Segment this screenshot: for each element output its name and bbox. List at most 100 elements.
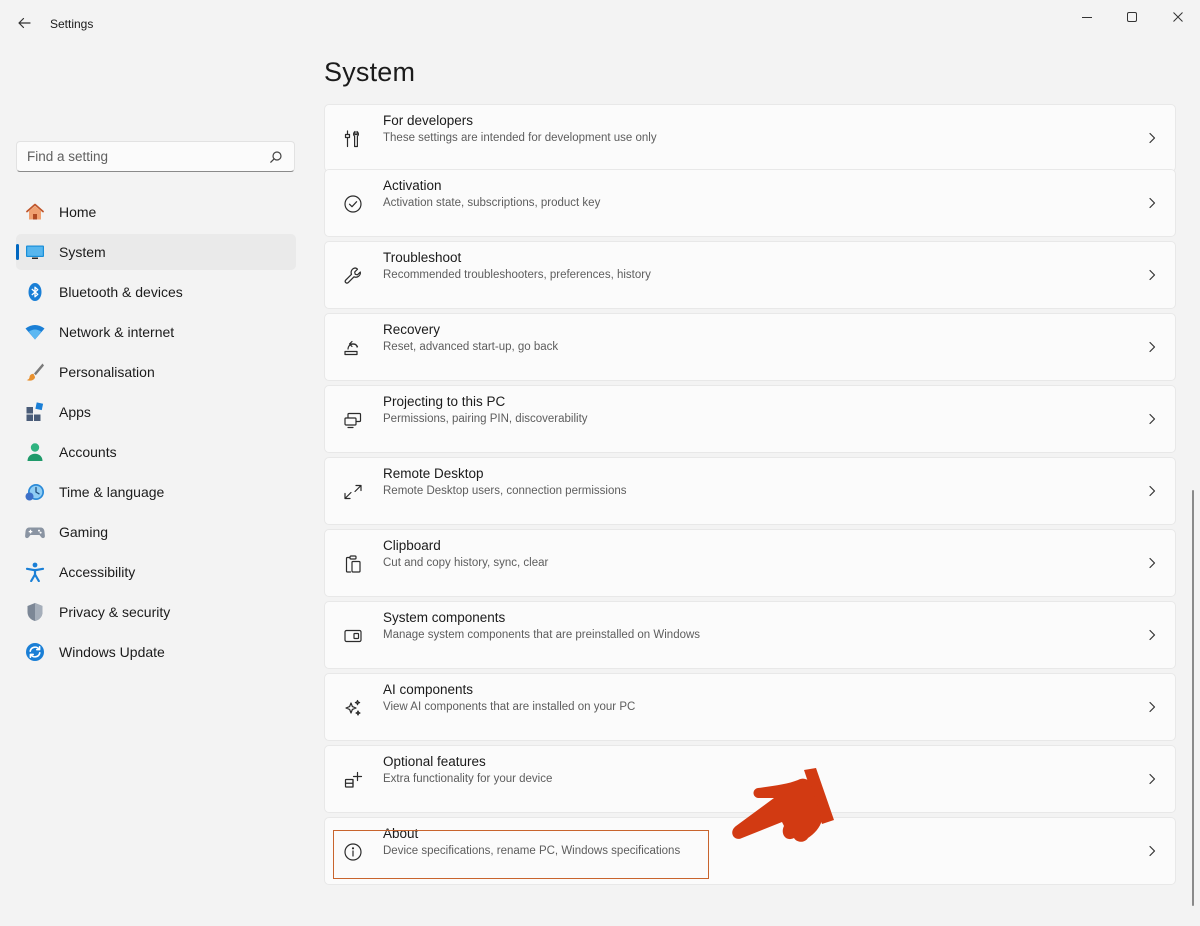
sidebar-item-label: Gaming (59, 524, 109, 540)
card-description: Cut and copy history, sync, clear (383, 557, 549, 569)
window-title: Settings (50, 17, 94, 31)
projecting-icon (343, 410, 363, 430)
pointing-hand-icon (732, 768, 834, 842)
sidebar-item-label: Windows Update (59, 644, 165, 660)
chevron-right-icon (1143, 408, 1161, 430)
settings-card-for-developers[interactable]: For developers These settings are intend… (324, 104, 1176, 172)
close-icon (1173, 12, 1183, 22)
sidebar-item-label: Personalisation (59, 364, 155, 380)
sidebar-item-system[interactable]: System (16, 234, 296, 270)
shield-icon (25, 602, 45, 622)
sidebar-item-accessibility[interactable]: Accessibility (16, 554, 296, 590)
settings-card-system-components[interactable]: System components Manage system componen… (324, 601, 1176, 669)
gamepad-icon (25, 522, 45, 542)
settings-card-remote-desktop[interactable]: Remote Desktop Remote Desktop users, con… (324, 457, 1176, 525)
sidebar-item-label: System (59, 244, 106, 260)
back-arrow-icon (18, 17, 31, 29)
card-title: For developers (383, 113, 474, 128)
search-icon[interactable] (269, 150, 283, 164)
recovery-icon (343, 338, 363, 358)
maximize-button[interactable] (1112, 4, 1152, 30)
settings-card-recovery[interactable]: Recovery Reset, advanced start-up, go ba… (324, 313, 1176, 381)
sidebar-item-label: Apps (59, 404, 91, 420)
card-description: Recommended troubleshooters, preferences… (383, 269, 651, 281)
components-icon (343, 626, 363, 646)
minimize-icon (1082, 17, 1092, 18)
sparkle-icon (343, 698, 363, 718)
wifi-icon (25, 322, 45, 342)
clipboard-icon (343, 554, 363, 574)
chevron-right-icon (1143, 840, 1161, 862)
chevron-right-icon (1143, 127, 1161, 149)
sidebar-item-label: Time & language (59, 484, 165, 500)
sidebar-item-home[interactable]: Home (16, 194, 296, 230)
check-circle-icon (343, 194, 363, 214)
remote-desktop-icon (343, 482, 363, 502)
home-icon (25, 202, 45, 222)
card-title: Activation (383, 178, 442, 193)
page-title: System (324, 57, 416, 87)
sidebar-item-personalisation[interactable]: Personalisation (16, 354, 296, 390)
settings-card-activation[interactable]: Activation Activation state, subscriptio… (324, 169, 1176, 237)
settings-card-clipboard[interactable]: Clipboard Cut and copy history, sync, cl… (324, 529, 1176, 597)
sidebar-item-bluetooth-devices[interactable]: Bluetooth & devices (16, 274, 296, 310)
sidebar-item-windows-update[interactable]: Windows Update (16, 634, 296, 670)
sidebar-item-label: Accounts (59, 444, 117, 460)
card-title: Troubleshoot (383, 250, 462, 265)
card-title: Clipboard (383, 538, 441, 553)
maximize-icon (1127, 12, 1137, 22)
sidebar-item-network-internet[interactable]: Network & internet (16, 314, 296, 350)
card-description: Manage system components that are preins… (383, 629, 701, 641)
scrollbar[interactable] (1192, 490, 1194, 906)
chevron-right-icon (1143, 696, 1161, 718)
sidebar-item-label: Privacy & security (59, 604, 171, 620)
accessibility-icon (25, 562, 45, 582)
card-description: Device specifications, rename PC, Window… (383, 845, 681, 857)
card-description: Reset, advanced start-up, go back (383, 341, 559, 353)
settings-card-ai-components[interactable]: AI components View AI components that ar… (324, 673, 1176, 741)
card-description: Activation state, subscriptions, product… (383, 197, 601, 209)
card-description: Remote Desktop users, connection permiss… (383, 485, 627, 497)
sidebar-item-time-language[interactable]: Time & language (16, 474, 296, 510)
update-icon (25, 642, 45, 662)
search-box (16, 141, 295, 172)
card-title: About (383, 826, 419, 841)
chevron-right-icon (1143, 264, 1161, 286)
card-title: AI components (383, 682, 474, 697)
system-icon (25, 242, 45, 262)
clock-globe-icon (25, 482, 45, 502)
close-button[interactable] (1158, 4, 1198, 30)
sidebar-item-privacy-security[interactable]: Privacy & security (16, 594, 296, 630)
chevron-right-icon (1143, 336, 1161, 358)
info-icon (343, 842, 363, 862)
chevron-right-icon (1143, 768, 1161, 790)
apps-icon (25, 402, 45, 422)
chevron-right-icon (1143, 552, 1161, 574)
sidebar-item-gaming[interactable]: Gaming (16, 514, 296, 550)
sidebar-item-accounts[interactable]: Accounts (16, 434, 296, 470)
brush-icon (25, 362, 45, 382)
sidebar-item-label: Accessibility (59, 564, 136, 580)
minimize-button[interactable] (1067, 4, 1107, 30)
settings-card-troubleshoot[interactable]: Troubleshoot Recommended troubleshooters… (324, 241, 1176, 309)
chevron-right-icon (1143, 624, 1161, 646)
card-description: Permissions, pairing PIN, discoverabilit… (383, 413, 588, 425)
wrench-icon (343, 266, 363, 286)
developer-tools-icon (343, 129, 363, 149)
card-title: Recovery (383, 322, 441, 337)
add-grid-icon (343, 770, 363, 790)
settings-card-projecting[interactable]: Projecting to this PC Permissions, pairi… (324, 385, 1176, 453)
search-input[interactable] (17, 142, 262, 171)
card-description: Extra functionality for your device (383, 773, 553, 785)
chevron-right-icon (1143, 480, 1161, 502)
title-bar: Settings (0, 0, 1200, 46)
card-description: View AI components that are installed on… (383, 701, 636, 713)
card-title: Projecting to this PC (383, 394, 506, 409)
sidebar-nav: Home System Bluetooth & devices Network … (16, 194, 296, 674)
back-button[interactable] (10, 10, 38, 36)
card-title: Optional features (383, 754, 486, 769)
bluetooth-icon (25, 282, 45, 302)
card-title: Remote Desktop (383, 466, 484, 481)
sidebar-item-apps[interactable]: Apps (16, 394, 296, 430)
card-description: These settings are intended for developm… (383, 132, 657, 144)
